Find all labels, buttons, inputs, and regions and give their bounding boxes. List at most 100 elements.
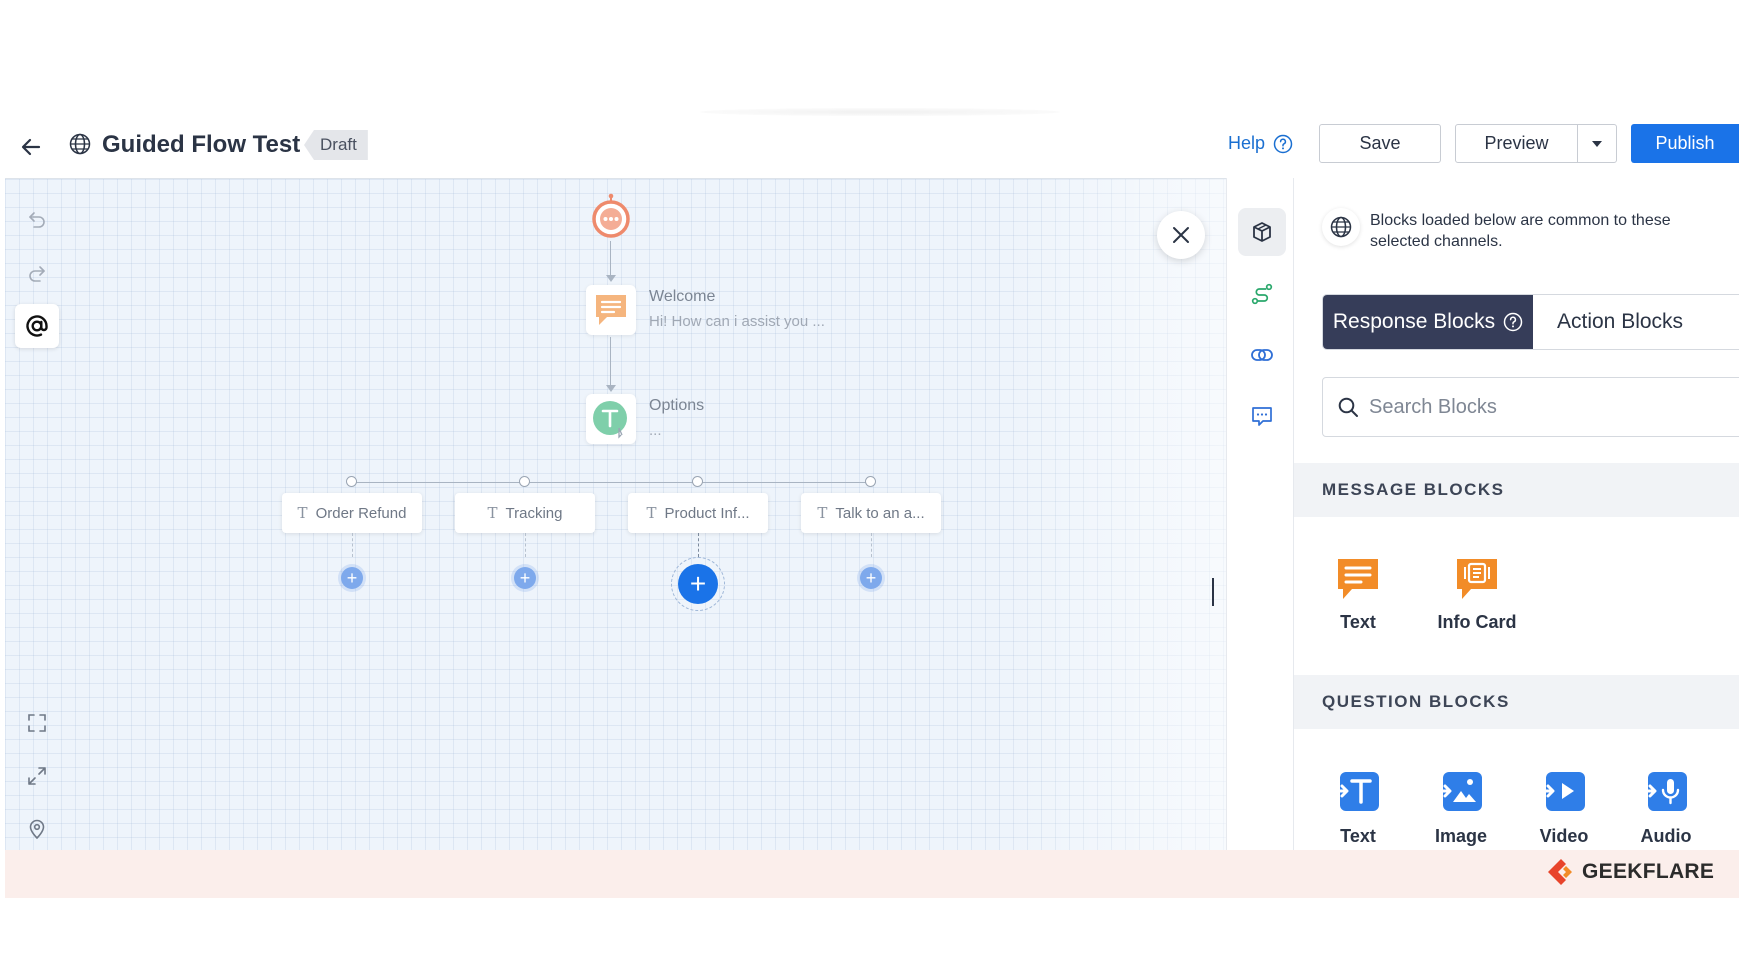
text-cursor [1212,578,1214,606]
geekflare-logo-icon [1548,859,1572,885]
publish-button[interactable]: Publish [1631,124,1739,163]
search-icon [1338,397,1358,417]
mention-button[interactable] [15,304,59,348]
footer-strip [5,850,1739,898]
options-node-subtitle: ... [649,422,662,439]
info-card-icon [1457,559,1497,599]
add-block-button-active[interactable]: + [671,557,725,611]
flow-canvas[interactable]: Welcome Hi! How can i assist you ... Opt… [5,178,1226,850]
connector-arrow [606,385,616,392]
globe-icon [1330,216,1352,238]
tab-response-blocks[interactable]: Response Blocks [1323,295,1533,349]
text-question-icon [593,401,627,439]
question-video-icon [1541,772,1585,811]
rail-integrations-button[interactable] [1238,331,1286,379]
cube-icon [1253,222,1271,242]
rail-chat-button[interactable] [1238,392,1286,440]
welcome-node-icon[interactable] [586,285,636,335]
block-question-image[interactable]: Image [1411,770,1511,847]
block-message-text[interactable]: Text [1308,556,1408,633]
search-input[interactable] [1369,395,1729,419]
block-question-audio[interactable]: Audio [1616,770,1716,847]
option-product-info[interactable]: T Product Inf... [628,493,768,533]
question-text-icon [1335,772,1379,811]
brand-logo: GEEKFLARE [1546,857,1714,887]
branch-dot [692,476,703,487]
redo-icon [29,266,45,282]
add-block-button[interactable]: + [341,567,363,589]
help-label: Help [1228,133,1266,153]
block-question-video[interactable]: Video [1514,770,1614,847]
preview-options-button[interactable] [1577,124,1617,163]
block-type-tabs: Response Blocks Action Blocks [1322,294,1739,350]
locate-button[interactable] [15,807,59,851]
plus-icon: + [678,564,718,604]
message-text-icon [1338,559,1378,599]
channels-info: Blocks loaded below are common to these … [1322,208,1700,252]
rail-blocks-button[interactable] [1238,208,1286,256]
branch-dot [519,476,530,487]
channel-globe [65,129,95,159]
caret-down-icon [1592,140,1602,147]
tab-label: Response Blocks [1332,310,1496,333]
tab-label: Action Blocks [1557,310,1684,333]
message-bubble-icon [596,295,626,325]
canvas-fade [1006,179,1226,850]
options-node-title: Options [649,397,705,414]
redo-button[interactable] [15,251,59,295]
tab-action-blocks[interactable]: Action Blocks [1533,295,1739,349]
block-info-card[interactable]: Info Card [1427,556,1527,633]
brand-name: GEEKFLARE [1582,860,1715,883]
option-tracking[interactable]: T Tracking [455,493,595,533]
link-icon [1251,349,1273,361]
back-button[interactable] [14,130,48,164]
question-circle-icon [1503,312,1523,332]
close-panel-button[interactable] [1157,211,1205,259]
connector [610,337,611,387]
connector-arrow [606,275,616,282]
preview-button[interactable]: Preview [1455,124,1578,163]
block-label: Text [1340,612,1376,632]
option-label: Order Refund [315,504,407,522]
fullscreen-icon [28,714,46,732]
text-type-icon: T [646,504,657,522]
add-block-button[interactable]: + [860,567,882,589]
arrow-left-icon [21,138,41,156]
option-talk-to-agent[interactable]: T Talk to an a... [801,493,941,533]
options-node-icon[interactable] [586,394,636,444]
chat-dots-icon [1252,407,1272,426]
connector [525,533,526,557]
flow-route-icon [1251,283,1273,305]
expand-button[interactable] [15,754,59,798]
block-label: Audio [1640,826,1692,846]
option-label: Talk to an a... [835,504,925,522]
bot-start-node[interactable] [590,193,632,244]
option-order-refund[interactable]: T Order Refund [282,493,422,533]
undo-icon [29,212,45,228]
top-bar: Guided Flow Test Draft Help Save Preview… [0,118,1739,178]
bot-icon [592,193,630,238]
add-block-button[interactable]: + [514,567,536,589]
question-image-icon [1438,772,1482,811]
connector [352,533,353,557]
option-label: Tracking [505,504,563,522]
help-link[interactable]: Help [1228,133,1293,154]
save-button[interactable]: Save [1319,124,1441,163]
rail-flows-button[interactable] [1238,270,1286,318]
channels-globe [1322,208,1360,246]
status-badge: Draft [304,130,368,160]
welcome-node-title: Welcome [649,288,716,305]
undo-button[interactable] [15,197,59,241]
branch-dot [865,476,876,487]
fit-screen-button[interactable] [15,701,59,745]
panel-rail [1226,178,1294,850]
block-label: Info Card [1437,612,1517,632]
welcome-node-subtitle: Hi! How can i assist you ... [649,313,825,330]
connector [871,533,872,557]
section-message-blocks: MESSAGE BLOCKS [1294,463,1739,517]
question-circle-icon [1273,134,1293,153]
block-question-text[interactable]: Text [1308,770,1408,847]
expand-arrows-icon [28,767,46,785]
search-box [1322,377,1739,437]
branch-dot [346,476,357,487]
